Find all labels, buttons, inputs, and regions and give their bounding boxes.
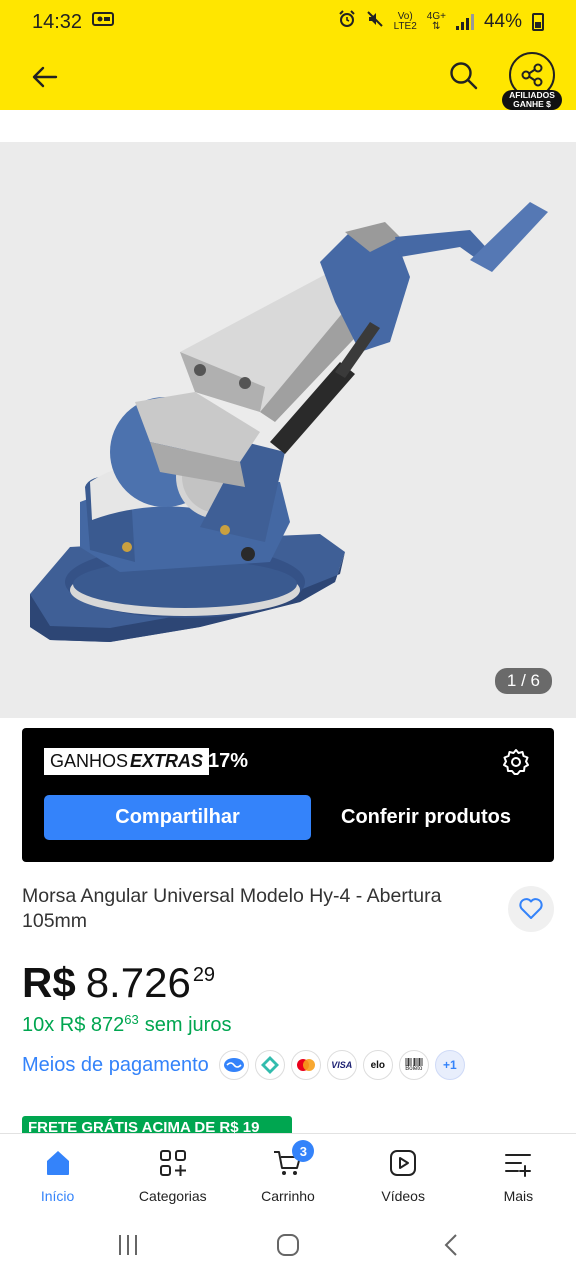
nav-item-home[interactable]: Início xyxy=(0,1134,115,1213)
battery-percent: 44% xyxy=(483,11,522,32)
payment-methods-link[interactable]: Meios de pagamento xyxy=(22,1054,209,1077)
alarm-icon xyxy=(338,10,356,34)
search-icon xyxy=(450,62,478,90)
back-button[interactable] xyxy=(28,60,62,94)
nav-label: Mais xyxy=(503,1188,534,1204)
share-button[interactable]: Compartilhar xyxy=(44,795,311,840)
vise-product-image xyxy=(30,202,548,642)
image-counter: 1 / 6 xyxy=(494,668,552,694)
affiliate-badge: AFILIADOS GANHE $ xyxy=(502,90,562,110)
arrow-left-icon xyxy=(32,66,58,88)
home-circle-icon xyxy=(277,1234,299,1256)
affiliate-share-button[interactable]: AFILIADOS GANHE $ xyxy=(502,50,562,110)
pix-icon xyxy=(254,1050,285,1080)
boleto-icon: Boleto xyxy=(398,1050,429,1080)
more-icon xyxy=(501,1146,535,1180)
nav-item-categories[interactable]: Categorias xyxy=(115,1134,230,1213)
price-currency: R$ xyxy=(22,959,76,1006)
signal-icon xyxy=(455,14,474,30)
nav-label: Vídeos xyxy=(381,1188,425,1204)
price-integer: 8.726 xyxy=(85,959,191,1006)
check-products-button[interactable]: Conferir produtos xyxy=(320,795,532,840)
more-payment-methods[interactable]: +1 xyxy=(434,1050,465,1080)
mute-icon xyxy=(366,10,384,34)
recent-apps-button[interactable] xyxy=(116,1233,140,1262)
product-title: Morsa Angular Universal Modelo Hy-4 - Ab… xyxy=(22,885,442,932)
installments: 10x R$ 872 63 sem juros xyxy=(22,1012,232,1036)
status-time: 14:32 xyxy=(32,10,83,33)
settings-button[interactable] xyxy=(502,748,530,776)
system-navigation-bar xyxy=(0,1213,576,1280)
status-bar: 14:32 Vo) LTE2 4G+ ⇅ 44% xyxy=(0,0,576,44)
ganhos-extras-label: GANHOS EXTRAS xyxy=(44,748,210,775)
cart-count-badge: 3 xyxy=(292,1140,315,1162)
categories-icon xyxy=(156,1146,190,1180)
search-button[interactable] xyxy=(448,60,480,92)
gear-icon xyxy=(503,749,529,775)
affiliate-earnings-panel: GANHOS EXTRAS 17% Compartilhar Conferir … xyxy=(22,728,554,862)
nav-item-more[interactable]: Mais xyxy=(461,1134,576,1213)
top-app-bar: AFILIADOS GANHE $ xyxy=(0,44,576,110)
price-cents: 29 xyxy=(192,964,216,986)
heart-icon xyxy=(519,898,543,919)
chevron-left-icon xyxy=(444,1234,457,1256)
network-gen-indicator: 4G+ ⇅ xyxy=(426,11,446,32)
product-price: R$ 8.726 29 xyxy=(22,958,215,1008)
commission-percent: 17% xyxy=(208,750,249,772)
home-icon xyxy=(41,1146,75,1180)
favorite-button[interactable] xyxy=(508,886,554,932)
video-icon xyxy=(386,1146,420,1180)
mercado-pago-icon xyxy=(218,1050,249,1080)
visa-icon: VISA xyxy=(326,1050,357,1080)
back-system-button[interactable] xyxy=(440,1233,464,1262)
nav-item-videos[interactable]: Vídeos xyxy=(346,1134,461,1213)
battery-icon xyxy=(532,13,544,31)
nav-label: Carrinho xyxy=(261,1188,315,1204)
notification-icon xyxy=(92,11,115,33)
home-system-button[interactable] xyxy=(276,1233,300,1262)
bottom-navigation: Início Categorias 3 Carrinho Vídeos Mais xyxy=(0,1133,576,1213)
volte-indicator: Vo) LTE2 xyxy=(393,11,417,32)
payment-methods-row: Meios de pagamento VISA elo Boleto +1 xyxy=(22,1050,465,1080)
elo-icon: elo xyxy=(362,1050,393,1080)
nav-label: Início xyxy=(40,1188,75,1204)
nav-label: Categorias xyxy=(138,1188,207,1204)
mastercard-icon xyxy=(290,1050,321,1080)
nav-item-cart[interactable]: 3 Carrinho xyxy=(230,1134,345,1213)
product-image-gallery[interactable]: 1 / 6 xyxy=(0,142,576,718)
recent-apps-icon xyxy=(119,1235,137,1255)
